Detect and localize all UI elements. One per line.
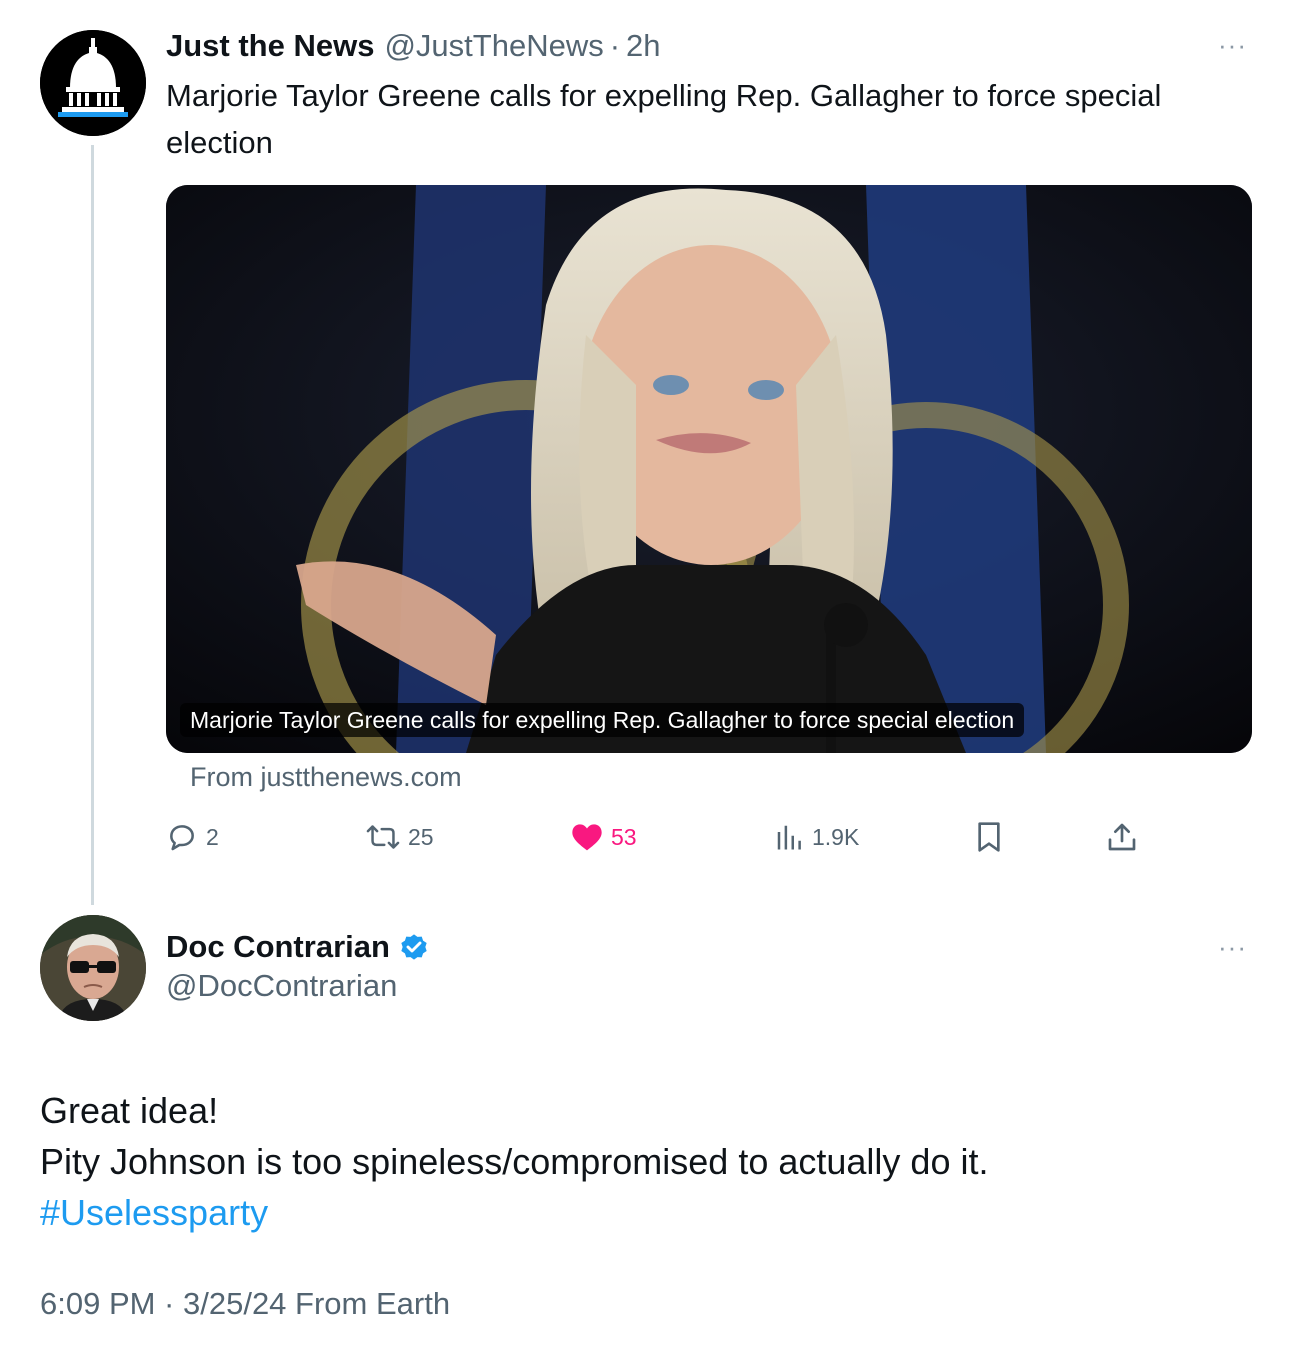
like-count: 53 (611, 823, 637, 850)
just-the-news-avatar[interactable] (40, 30, 146, 136)
heart-icon (572, 824, 602, 851)
link-card-image[interactable] (166, 185, 1252, 753)
reply-display-name[interactable]: Doc Contrarian (166, 929, 390, 965)
reply-header: Doc Contrarian (166, 926, 430, 968)
reply-timestamp[interactable]: 6:09 PM · 3/25/24 From Earth (40, 1286, 450, 1322)
parent-tweet-text: Marjorie Taylor Greene calls for expelli… (166, 78, 1162, 160)
bookmark-icon (978, 822, 1000, 852)
reply-button[interactable]: 2 (166, 815, 219, 859)
reply-handle[interactable]: @DocContrarian (166, 968, 397, 1004)
parent-tweet-header: Just the News @JustTheNews · 2h (166, 26, 661, 66)
avatar-photo (40, 915, 146, 1021)
views-button[interactable]: 1.9K (774, 815, 859, 859)
reply-more-options-icon[interactable]: ··· (1218, 932, 1247, 963)
reply-count: 2 (206, 823, 219, 850)
doc-contrarian-avatar[interactable] (40, 915, 146, 1021)
share-icon (1108, 823, 1136, 851)
parent-handle[interactable]: @JustTheNews (384, 28, 603, 64)
separator-dot: · (609, 28, 621, 63)
reply-line-2: Pity Johnson is too spineless/compromise… (40, 1141, 989, 1182)
reply-text: Great idea! Pity Johnson is too spineles… (40, 1085, 1260, 1238)
repost-button[interactable]: 25 (366, 815, 434, 859)
bar-chart-icon (777, 825, 801, 850)
card-caption: Marjorie Taylor Greene calls for expelli… (180, 703, 1025, 737)
hashtag-link[interactable]: #Uselessparty (40, 1187, 1260, 1238)
thread-line (91, 145, 94, 905)
repost-count: 25 (408, 823, 434, 850)
parent-display-name[interactable]: Just the News (166, 28, 374, 64)
parent-more-options-icon[interactable]: ··· (1218, 30, 1247, 61)
reply-line-1: Great idea! (40, 1090, 219, 1131)
verified-badge-icon[interactable] (398, 931, 430, 963)
views-count: 1.9K (812, 823, 860, 850)
news-photo (166, 185, 1252, 753)
parent-action-bar: 2 25 53 1.9K (166, 815, 1166, 859)
card-source[interactable]: From justthenews.com (190, 762, 462, 793)
capitol-dome-icon (40, 30, 146, 136)
repost-icon (366, 825, 400, 849)
share-button[interactable] (1106, 815, 1138, 859)
speech-bubble-icon (170, 825, 194, 851)
bookmark-button[interactable] (974, 815, 1004, 859)
parent-time[interactable]: 2h (626, 28, 660, 64)
like-button[interactable]: 53 (571, 815, 637, 859)
